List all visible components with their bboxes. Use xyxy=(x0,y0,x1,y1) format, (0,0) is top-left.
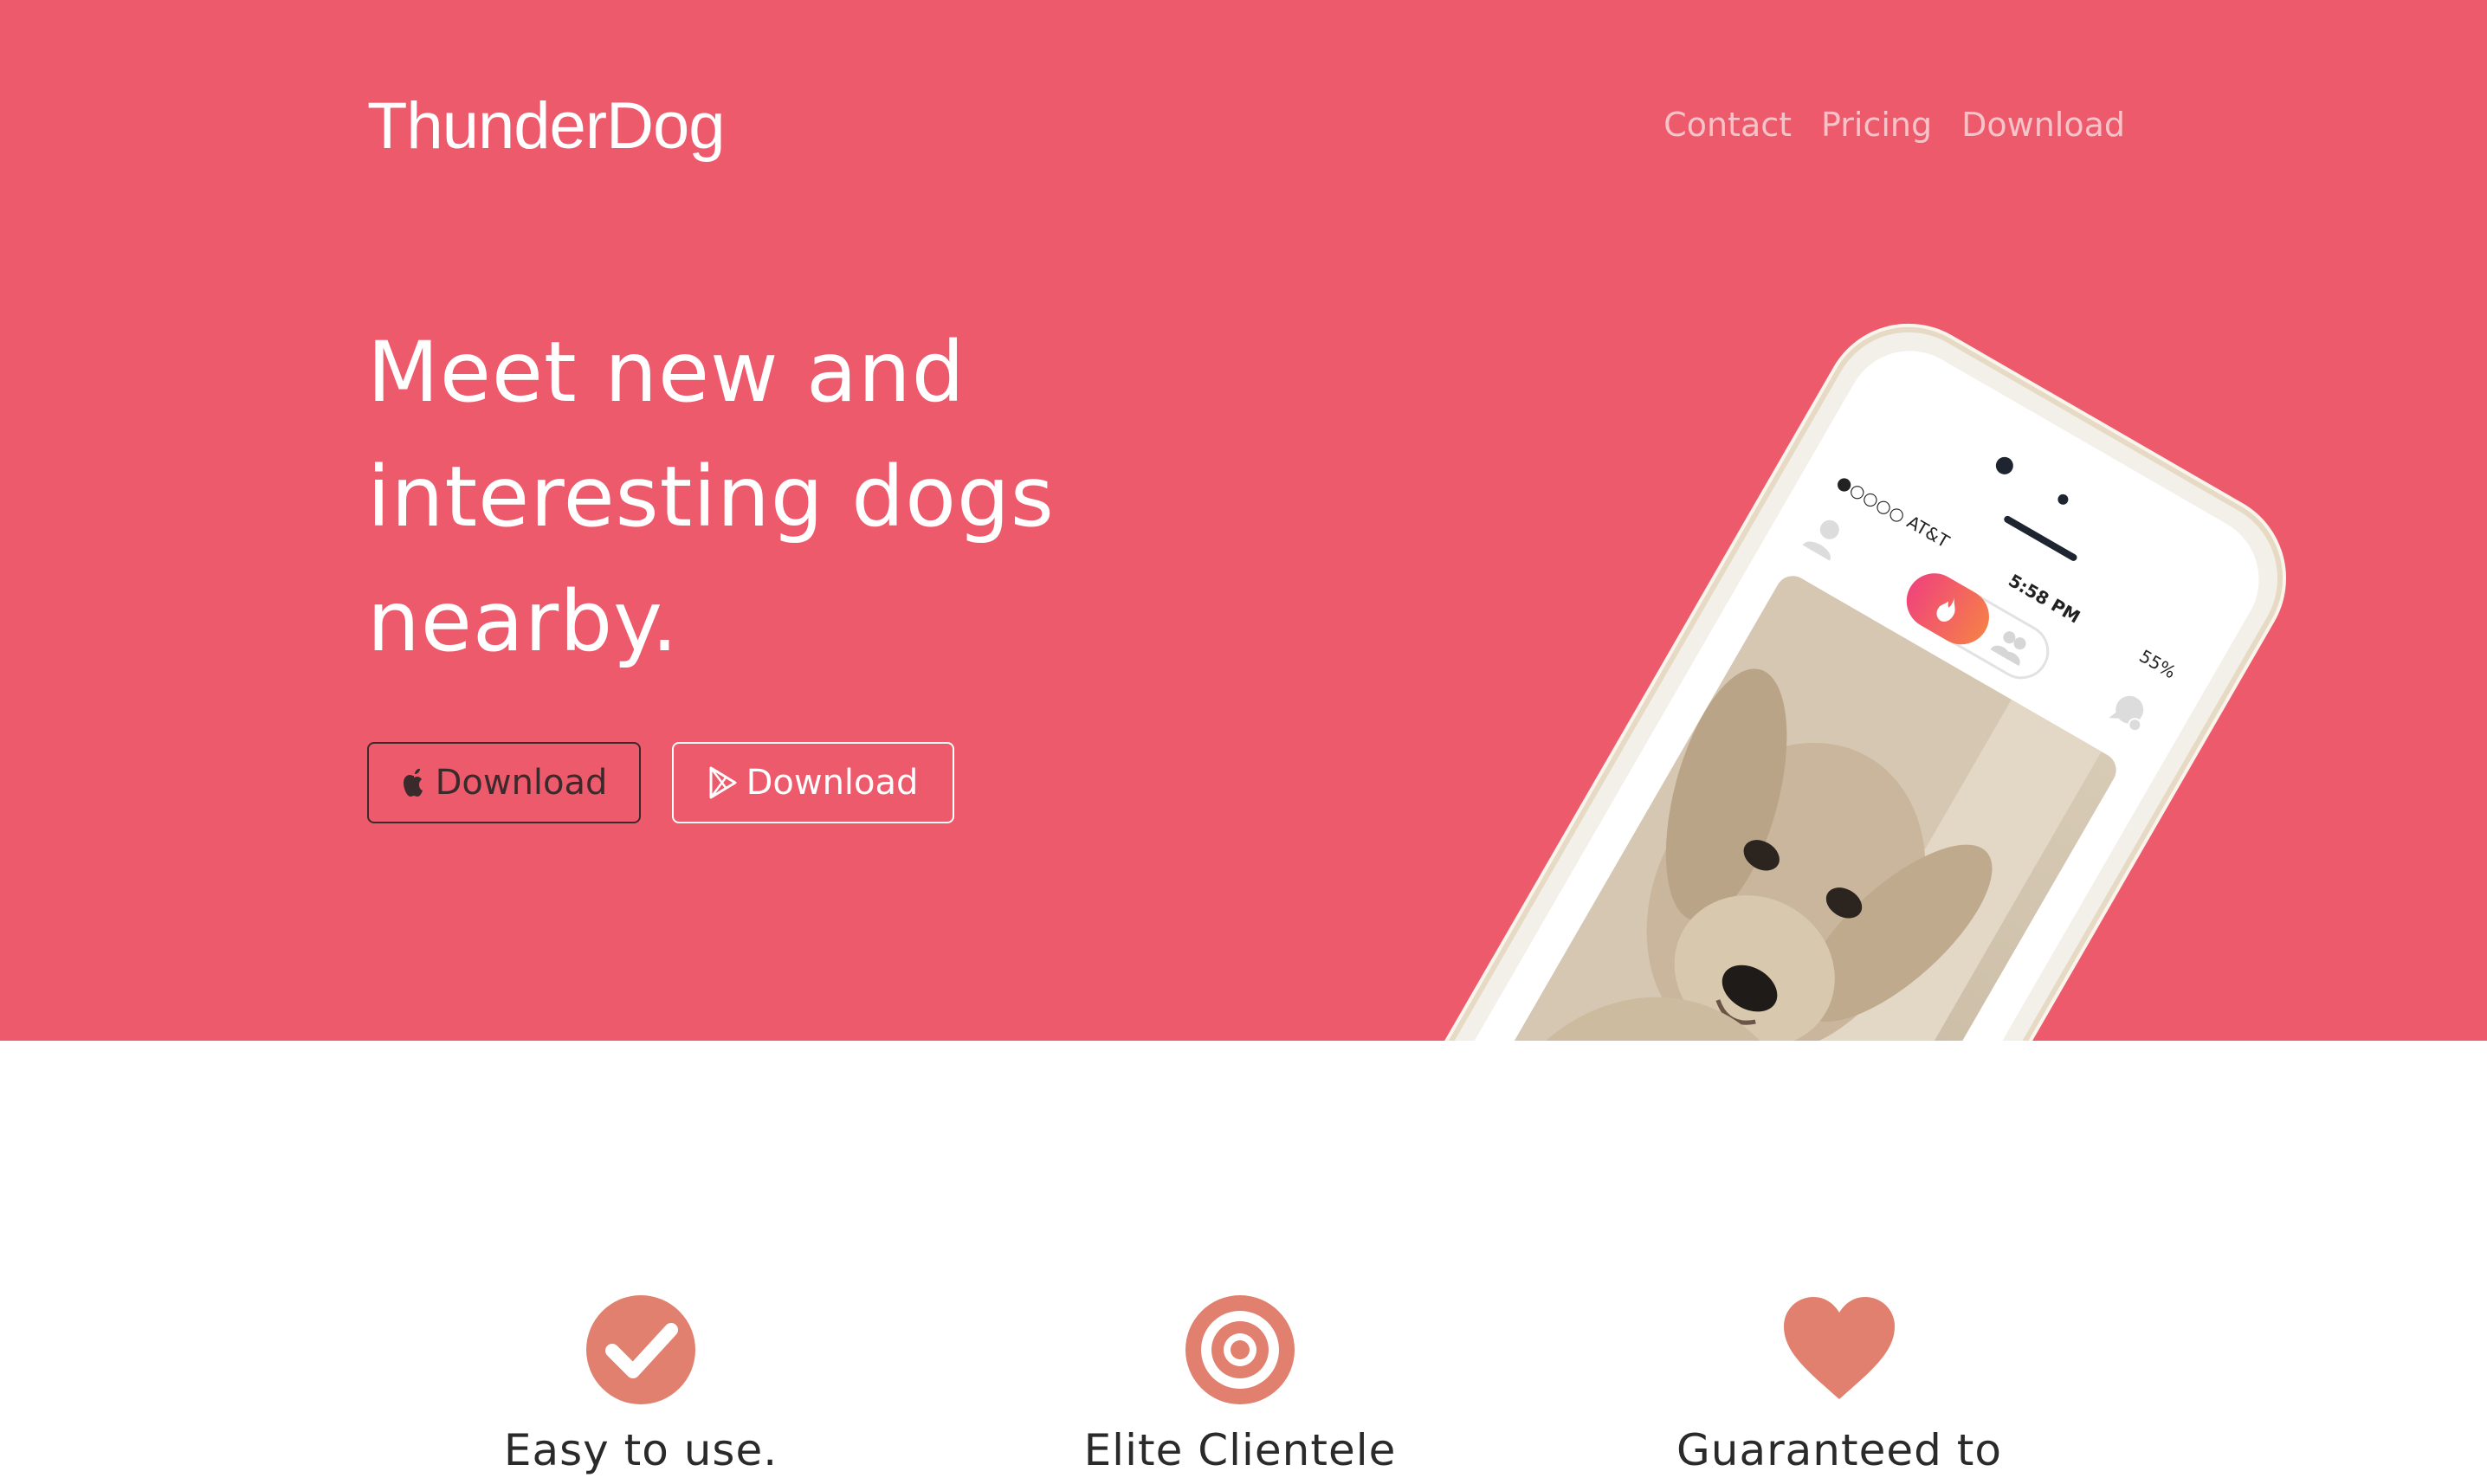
nav-download[interactable]: Download xyxy=(1961,100,2125,149)
heart-icon xyxy=(1784,1297,1895,1399)
apple-icon xyxy=(403,769,423,797)
feature-label: Guaranteed to xyxy=(1676,1425,2002,1475)
phone-screen: ●○○○○ AT&T 5:58 PM 55% xyxy=(1406,327,2283,1041)
check-circle-icon xyxy=(586,1295,695,1404)
phone-speaker xyxy=(2002,514,2078,563)
phone-mockup: ●○○○○ AT&T 5:58 PM 55% xyxy=(1375,296,2314,1041)
group-icon[interactable] xyxy=(1989,624,2034,667)
google-play-icon xyxy=(709,766,737,799)
headline-line: nearby. xyxy=(367,573,679,670)
top-nav: Contact Pricing Download xyxy=(1663,100,2125,149)
profile-icon xyxy=(1802,519,1839,561)
google-play-button-label: Download xyxy=(746,763,919,803)
battery-text: 55% xyxy=(2135,645,2180,683)
flame-icon xyxy=(1936,597,1955,622)
chat-icon xyxy=(2109,695,2144,732)
feature-label: Elite Clientele xyxy=(1083,1425,1397,1475)
headline-line: Meet new and xyxy=(367,324,966,421)
front-camera xyxy=(1993,454,2017,478)
headline-line: interesting dogs xyxy=(367,448,1055,545)
hero-section: ThunderDog Contact Pricing Download Meet… xyxy=(0,0,2487,1041)
app-store-button-label: Download xyxy=(435,763,608,803)
nav-contact[interactable]: Contact xyxy=(1663,100,1792,149)
feature-label: Easy to use. xyxy=(503,1425,778,1475)
hero-headline: Meet new and interesting dogs nearby. xyxy=(367,310,1147,684)
brand-logo[interactable]: ThunderDog xyxy=(367,83,725,170)
phone-sensor xyxy=(2056,492,2070,507)
nav-pricing[interactable]: Pricing xyxy=(1821,100,1932,149)
google-play-download-button[interactable]: Download xyxy=(672,742,954,823)
app-store-download-button[interactable]: Download xyxy=(367,742,641,823)
target-icon xyxy=(1185,1295,1295,1404)
